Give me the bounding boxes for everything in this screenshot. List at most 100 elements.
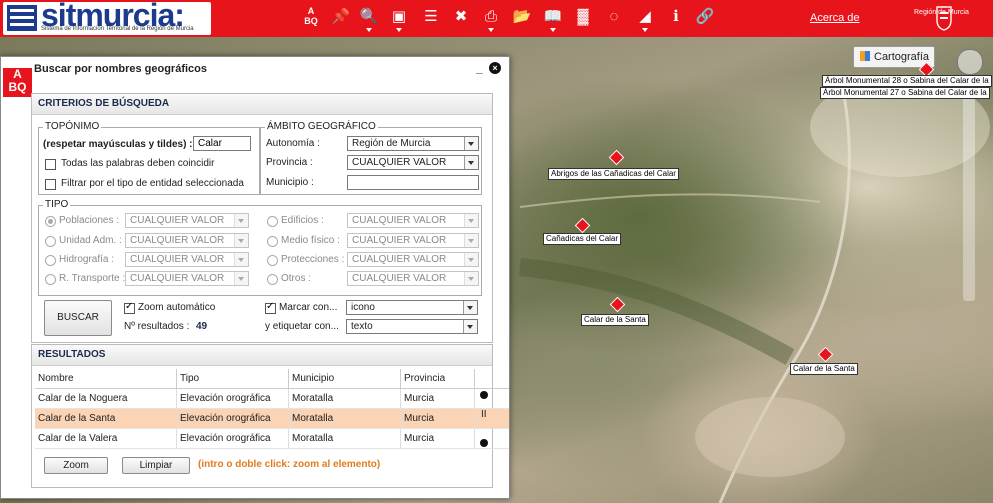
chevron-down-icon: [234, 253, 248, 266]
print-icon[interactable]: ⎙: [480, 6, 502, 32]
medio-fisico-select[interactable]: CUALQUIER VALOR: [347, 233, 479, 248]
protecciones-label: Protecciones :: [281, 254, 345, 265]
cell-municipio: Moratalla: [289, 409, 401, 428]
marcar-checkbox[interactable]: [265, 301, 276, 314]
filter-type-checkbox[interactable]: [45, 179, 56, 190]
info-icon[interactable]: ℹ: [665, 6, 687, 28]
protecciones-radio[interactable]: [267, 255, 278, 266]
cell-provincia: Murcia: [401, 389, 475, 408]
edificios-select[interactable]: CUALQUIER VALOR: [347, 213, 479, 228]
map-label-arbol-28[interactable]: Árbol Monumental 28 o Sabina del Calar d…: [822, 75, 992, 87]
otros-label: Otros :: [281, 273, 312, 284]
transporte-label: R. Transporte :: [59, 273, 126, 284]
municipio-input[interactable]: [347, 175, 479, 190]
poblaciones-select[interactable]: CUALQUIER VALOR: [125, 213, 249, 228]
unidad-adm-select[interactable]: CUALQUIER VALOR: [125, 233, 249, 248]
col-municipio[interactable]: Municipio: [289, 369, 401, 388]
book-icon[interactable]: 📖: [542, 6, 564, 32]
pin-icon[interactable]: 📌: [330, 6, 352, 28]
transporte-select[interactable]: CUALQUIER VALOR: [125, 271, 249, 286]
unidad-adm-radio[interactable]: [45, 236, 56, 247]
col-nombre[interactable]: Nombre: [35, 369, 177, 388]
profile-icon[interactable]: ◢: [634, 6, 656, 32]
acerca-de-link[interactable]: Acerca de: [810, 12, 860, 24]
otros-select[interactable]: CUALQUIER VALOR: [347, 271, 479, 286]
edificios-radio[interactable]: [267, 216, 278, 227]
col-tipo[interactable]: Tipo: [177, 369, 289, 388]
zoom-auto-checkbox[interactable]: [124, 301, 135, 314]
logo-subtitle: Sistema de Información Territorial de la…: [41, 26, 194, 32]
map-label-calar-santa-2[interactable]: Calar de la Santa: [790, 363, 858, 375]
layers-icon[interactable]: ▣: [388, 6, 410, 32]
folder-icon[interactable]: 📂: [511, 6, 533, 28]
criterios-panel: CRITERIOS DE BÚSQUEDA TOPÓNIMO (respetar…: [31, 93, 493, 343]
cell-tipo: Elevación orográfica: [177, 389, 289, 408]
cell-nombre: Calar de la Santa: [35, 409, 177, 428]
cell-municipio: Moratalla: [289, 429, 401, 448]
chevron-down-icon: [464, 214, 478, 227]
scroll-up-icon[interactable]: [480, 391, 488, 399]
close-button[interactable]: ×: [489, 62, 501, 74]
loading-icon[interactable]: ◌: [603, 6, 625, 28]
col-provincia[interactable]: Provincia: [401, 369, 475, 388]
zoom-slider[interactable]: [963, 81, 975, 301]
provincia-select[interactable]: CUALQUIER VALOR: [347, 155, 479, 170]
municipio-label: Municipio :: [266, 177, 314, 188]
buscar-button[interactable]: BUSCAR: [44, 300, 112, 336]
autonomia-label: Autonomía :: [266, 138, 320, 149]
hidrografia-label: Hidrografía :: [59, 254, 115, 265]
cell-provincia: Murcia: [401, 409, 475, 428]
scroll-thumb[interactable]: II: [481, 409, 487, 420]
zoom-icon[interactable]: 🔍: [358, 6, 380, 32]
abq-icon: A BQ: [2, 67, 33, 98]
map-label-calar-santa-1[interactable]: Calar de la Santa: [581, 314, 649, 326]
minimize-button[interactable]: _: [476, 61, 483, 75]
poblaciones-radio[interactable]: [45, 216, 56, 227]
pan-control[interactable]: [957, 49, 983, 75]
otros-radio[interactable]: [267, 274, 278, 285]
table-row[interactable]: Calar de la Valera Elevación orográfica …: [35, 429, 509, 449]
transporte-radio[interactable]: [45, 274, 56, 285]
table-row[interactable]: Calar de la Noguera Elevación orográfica…: [35, 389, 509, 409]
table-row-selected[interactable]: Calar de la Santa Elevación orográfica M…: [35, 409, 509, 429]
etiquetar-select[interactable]: texto: [346, 319, 478, 334]
bookmark-icon[interactable]: ☰: [420, 6, 442, 28]
logo-mark-icon: [7, 5, 37, 31]
link-icon[interactable]: 🔗: [694, 6, 716, 28]
chart-icon[interactable]: ▓: [572, 6, 594, 28]
medio-fisico-radio[interactable]: [267, 236, 278, 247]
cartografia-icon: [860, 51, 870, 61]
zoom-hint: (intro o doble click: zoom al elemento): [198, 459, 381, 470]
scroll-down-icon[interactable]: [480, 439, 488, 447]
all-words-checkbox[interactable]: [45, 159, 56, 170]
dialog-title: Buscar por nombres geográficos: [34, 63, 207, 75]
zoom-button[interactable]: Zoom: [44, 457, 108, 474]
map-label-canadicas[interactable]: Cañadicas del Calar: [543, 233, 622, 245]
protecciones-select[interactable]: CUALQUIER VALOR: [347, 252, 479, 267]
map-label-abrigos[interactable]: Abrigos de las Cañadicas del Calar: [548, 168, 679, 180]
limpiar-button[interactable]: Limpiar: [122, 457, 190, 474]
map-label-arbol-27[interactable]: Árbol Monumental 27 o Sabina del Calar d…: [820, 87, 990, 99]
all-words-label: Todas las palabras deben coincidir: [61, 158, 215, 169]
tools-icon[interactable]: ✖: [450, 6, 472, 28]
chevron-down-icon: [234, 234, 248, 247]
hidrografia-radio[interactable]: [45, 255, 56, 266]
hidrografia-select[interactable]: CUALQUIER VALOR: [125, 252, 249, 267]
toponimo-input[interactable]: [193, 136, 251, 151]
autonomia-select[interactable]: Región de Murcia: [347, 136, 479, 151]
resultados-panel: RESULTADOS Nombre Tipo Municipio Provinc…: [31, 344, 509, 488]
zoom-auto-label: Zoom automático: [138, 302, 216, 313]
chevron-down-icon: [463, 301, 477, 314]
chevron-down-icon: [464, 272, 478, 285]
region-seal-icon: [936, 6, 952, 31]
filter-type-label: Filtrar por el tipo de entidad seleccion…: [61, 178, 244, 189]
etiquetar-label: y etiquetar con...: [265, 321, 339, 332]
toponimo-fieldset: TOPÓNIMO (respetar mayúsculas y tildes) …: [38, 121, 260, 195]
provincia-label: Provincia :: [266, 157, 313, 168]
unidad-adm-label: Unidad Adm. :: [59, 235, 122, 246]
marcar-select[interactable]: icono: [346, 300, 478, 315]
sitmurcia-logo[interactable]: sitmurcia: Sistema de Información Territ…: [3, 0, 211, 35]
chevron-down-icon: [464, 253, 478, 266]
abc-search-icon[interactable]: A BQ: [300, 6, 322, 28]
resultados-heading: RESULTADOS: [38, 349, 106, 360]
